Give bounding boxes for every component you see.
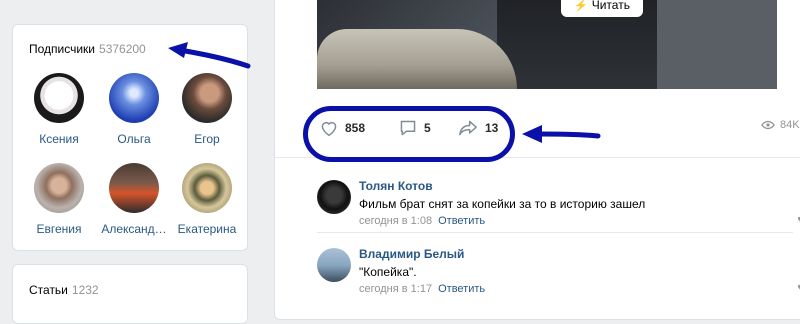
- subscriber-item[interactable]: Александ…: [99, 163, 169, 236]
- avatar[interactable]: [34, 163, 84, 213]
- subscriber-item[interactable]: Екатерина: [172, 163, 242, 236]
- subscriber-item[interactable]: Егор: [172, 73, 242, 146]
- comment-avatar[interactable]: [317, 248, 351, 282]
- subscriber-name[interactable]: Александ…: [99, 222, 169, 236]
- articles-count: 1232: [71, 283, 99, 297]
- comment-divider: [317, 232, 793, 233]
- comment-avatar[interactable]: [317, 180, 351, 214]
- comment-text: Фильм брат снят за копейки за то в истор…: [359, 197, 646, 211]
- comment-time[interactable]: сегодня в 1:17: [359, 283, 432, 295]
- eye-icon: [761, 120, 775, 130]
- subscribers-header[interactable]: Подписчики 5376200: [29, 42, 146, 56]
- subscriber-item[interactable]: Евгения: [24, 163, 94, 236]
- post-photo[interactable]: ⚡ Читать: [317, 0, 777, 89]
- views-counter: 84K: [761, 119, 800, 131]
- comment-text: "Копейка".: [359, 265, 417, 279]
- subscriber-name[interactable]: Егор: [172, 132, 242, 146]
- reply-button[interactable]: Ответить: [438, 215, 485, 227]
- photo-background: [657, 0, 777, 89]
- comment-author[interactable]: Толян Котов: [359, 179, 433, 193]
- articles-label: Статьи: [29, 283, 68, 297]
- avatar[interactable]: [109, 163, 159, 213]
- highlight-oval: [303, 106, 515, 162]
- subscriber-name[interactable]: Евгения: [24, 222, 94, 236]
- annotation-arrow-subscribers: [168, 42, 251, 69]
- subscriber-name[interactable]: Ольга: [99, 132, 169, 146]
- articles-card: Статьи 1232: [12, 264, 248, 324]
- read-button[interactable]: ⚡ Читать: [561, 0, 643, 17]
- read-button-label: Читать: [591, 0, 630, 12]
- comment-meta: сегодня в 1:17 Ответить: [359, 283, 485, 295]
- subscriber-name[interactable]: Ксения: [24, 132, 94, 146]
- views-count: 84K: [780, 119, 800, 131]
- lightning-icon: ⚡: [574, 0, 588, 12]
- subscriber-name[interactable]: Екатерина: [172, 222, 242, 236]
- avatar[interactable]: [182, 163, 232, 213]
- reply-button[interactable]: Ответить: [438, 283, 485, 295]
- subscriber-item[interactable]: Ольга: [99, 73, 169, 146]
- subscribers-count: 5376200: [99, 42, 146, 56]
- subscribers-label: Подписчики: [29, 42, 96, 56]
- comment-meta: сегодня в 1:08 Ответить: [359, 215, 485, 227]
- annotation-arrow-actions: [522, 125, 601, 143]
- photo-car: [317, 29, 517, 89]
- avatar[interactable]: [182, 73, 232, 123]
- articles-header[interactable]: Статьи 1232: [29, 283, 99, 297]
- comment-time[interactable]: сегодня в 1:08: [359, 215, 432, 227]
- subscriber-item[interactable]: Ксения: [24, 73, 94, 146]
- comment-author[interactable]: Владимир Белый: [359, 247, 464, 261]
- avatar[interactable]: [109, 73, 159, 123]
- avatar[interactable]: [34, 73, 84, 123]
